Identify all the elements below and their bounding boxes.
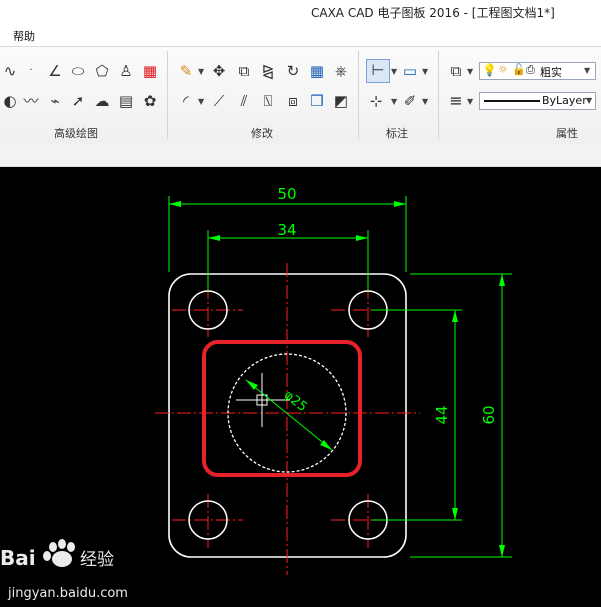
trim-icon[interactable]: ⟋	[209, 91, 229, 111]
baidu-watermark: Bai 经验 jingyan.baidu.com	[0, 539, 128, 601]
dim-spacing-44: 44	[433, 405, 451, 424]
user-symbol-icon[interactable]: ♙	[116, 61, 136, 81]
sun-icon: ☼	[498, 63, 508, 76]
chevron-down-icon[interactable]: ▼	[198, 67, 204, 76]
ellipse-icon[interactable]: ⬭	[68, 61, 88, 81]
lock-icon: 🔓	[512, 63, 526, 76]
menu-help[interactable]: 帮助	[13, 28, 35, 44]
arrow-icon[interactable]: ➚	[68, 91, 88, 111]
group-label-advanced-draw: 高级绘图	[54, 127, 98, 140]
stretch-icon[interactable]: ⎈	[331, 61, 351, 81]
linetype-combo[interactable]: ByLayer ▼	[479, 92, 596, 110]
dimension-icon[interactable]: ⊢	[366, 59, 390, 83]
mirror-icon[interactable]: ⧎	[258, 61, 278, 81]
chevron-down-icon[interactable]: ▼	[422, 97, 428, 106]
layer-icon[interactable]: ⧉	[446, 61, 466, 81]
chevron-down-icon[interactable]: ▼	[422, 67, 428, 76]
dim-spacing-34: 34	[277, 221, 296, 239]
group-label-properties: 属性	[556, 127, 578, 140]
watermark-brand-cn: 经验	[80, 550, 114, 570]
corner-holes	[188, 290, 388, 540]
quick-access-strip	[0, 144, 601, 167]
dim-width-50: 50	[277, 185, 296, 203]
line-preview	[484, 100, 540, 102]
group-separator	[167, 51, 168, 139]
spline-icon[interactable]: ∿	[0, 61, 20, 81]
linetype-name: ByLayer	[542, 94, 587, 107]
group-separator	[358, 51, 359, 139]
line-width-icon[interactable]: ≡	[446, 91, 466, 111]
chevron-down-icon: ▼	[584, 66, 591, 75]
chevron-down-icon[interactable]: ▼	[467, 97, 473, 106]
layer-combo[interactable]: 💡 ☼ 🔓 ⎙ 粗实 ▼	[479, 62, 596, 80]
layer-name: 粗实	[540, 66, 562, 79]
copy-icon[interactable]: ⧉	[234, 61, 254, 81]
explode-icon[interactable]: ❒	[307, 91, 327, 111]
chevron-down-icon: ▼	[586, 96, 593, 105]
chevron-down-icon[interactable]: ▼	[391, 97, 397, 106]
hatch-icon[interactable]: ▤	[116, 91, 136, 111]
extend-icon[interactable]: ⫽	[234, 91, 254, 111]
dimension-lines	[168, 196, 512, 558]
properties-match-icon[interactable]: ◩	[331, 91, 351, 111]
text-icon[interactable]: ▭	[400, 61, 420, 81]
watermark-brand: Bai	[0, 546, 36, 570]
watermark-url: jingyan.baidu.com	[7, 586, 128, 601]
coordinate-dim-icon[interactable]: ⊹	[366, 91, 386, 111]
paw-logo-icon	[43, 539, 75, 567]
arc-half-icon[interactable]: ◐	[0, 91, 20, 111]
title-bar: CAXA CAD 电子图板 2016 - [工程图文档1*]	[0, 0, 601, 24]
brush-icon[interactable]: ✎	[176, 61, 196, 81]
dim-diameter-25: φ25	[281, 388, 310, 415]
chevron-down-icon[interactable]: ▼	[391, 67, 397, 76]
highlight-box	[202, 340, 362, 477]
array-icon[interactable]: ▦	[307, 61, 327, 81]
polygon-icon[interactable]: ⬠	[92, 61, 112, 81]
fillet-icon[interactable]: ◜	[176, 91, 196, 111]
window-title: CAXA CAD 电子图板 2016 - [工程图文档1*]	[311, 6, 555, 20]
point-icon[interactable]: ·	[21, 61, 41, 81]
lightbulb-icon: 💡	[482, 63, 497, 77]
group-label-annotate: 标注	[386, 127, 408, 140]
group-label-modify: 修改	[251, 127, 273, 140]
ribbon: ∿ · ∠ ⬭ ⬠ ♙ ▦ ◐ 〰 ⌁ ➚ ☁ ▤ ✿ 高级绘图 ✎ ▼ ✥ ⧉…	[0, 46, 601, 145]
rotate-icon[interactable]: ↻	[283, 61, 303, 81]
break-line-icon[interactable]: ⌁	[45, 91, 65, 111]
table-icon[interactable]: ▦	[140, 61, 160, 81]
angle-line-icon[interactable]: ∠	[45, 61, 65, 81]
chevron-down-icon[interactable]: ▼	[467, 67, 473, 76]
offset-icon[interactable]: ⍂	[258, 91, 278, 111]
scale-icon[interactable]: ⧈	[283, 91, 303, 111]
wave-icon[interactable]: 〰	[21, 91, 41, 111]
group-separator	[438, 51, 439, 139]
move-icon[interactable]: ✥	[209, 61, 229, 81]
chevron-down-icon[interactable]: ▼	[198, 97, 204, 106]
note-icon[interactable]: ✐	[400, 91, 420, 111]
menu-bar: 帮助	[0, 24, 601, 46]
block-icon[interactable]: ✿	[140, 91, 160, 111]
cloud-line-icon[interactable]: ☁	[92, 91, 112, 111]
printer-icon: ⎙	[526, 63, 535, 76]
dim-height-60: 60	[480, 405, 498, 424]
drawing-canvas[interactable]: 50 34 44 60 φ25 Bai 经验 jingyan.baidu.com	[0, 167, 601, 607]
